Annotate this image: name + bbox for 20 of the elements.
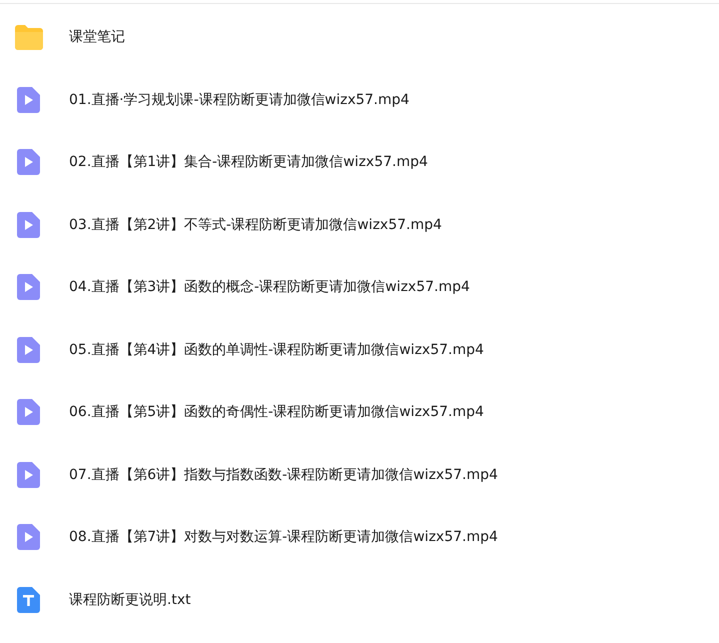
file-name[interactable]: 07.直播【第6讲】指数与指数函数-课程防断更请加微信wizx57.mp4 [69,466,498,484]
file-name[interactable]: 课程防断更说明.txt [69,590,191,609]
video-file-icon [17,462,40,488]
video-file-icon [17,336,40,363]
file-name[interactable]: 02.直播【第1讲】集合-课程防断更请加微信wizx57.mp4 [69,153,428,172]
video-file-icon [17,524,40,550]
text-file-icon [17,586,40,613]
video-file-icon [17,86,40,113]
video-file-icon [17,149,40,176]
video-file-icon [17,212,40,238]
file-name[interactable]: 06.直播【第5讲】函数的奇偶性-课程防断更请加微信wizx57.mp4 [69,403,484,422]
file-name[interactable]: 04.直播【第3讲】函数的概念-课程防断更请加微信wizx57.mp4 [69,278,470,296]
file-name[interactable]: 08.直播【第7讲】对数与对数运算-课程防断更请加微信wizx57.mp4 [69,528,498,546]
folder-name[interactable]: 课堂笔记 [69,28,125,46]
file-name[interactable]: 01.直播·学习规划课-课程防断更请加微信wizx57.mp4 [69,90,410,109]
video-file-icon [17,399,40,426]
file-name[interactable]: 03.直播【第2讲】不等式-课程防断更请加微信wizx57.mp4 [69,216,442,234]
file-name[interactable]: 05.直播【第4讲】函数的单调性-课程防断更请加微信wizx57.mp4 [69,340,484,359]
video-file-icon [17,274,40,300]
folder-icon [14,24,44,50]
